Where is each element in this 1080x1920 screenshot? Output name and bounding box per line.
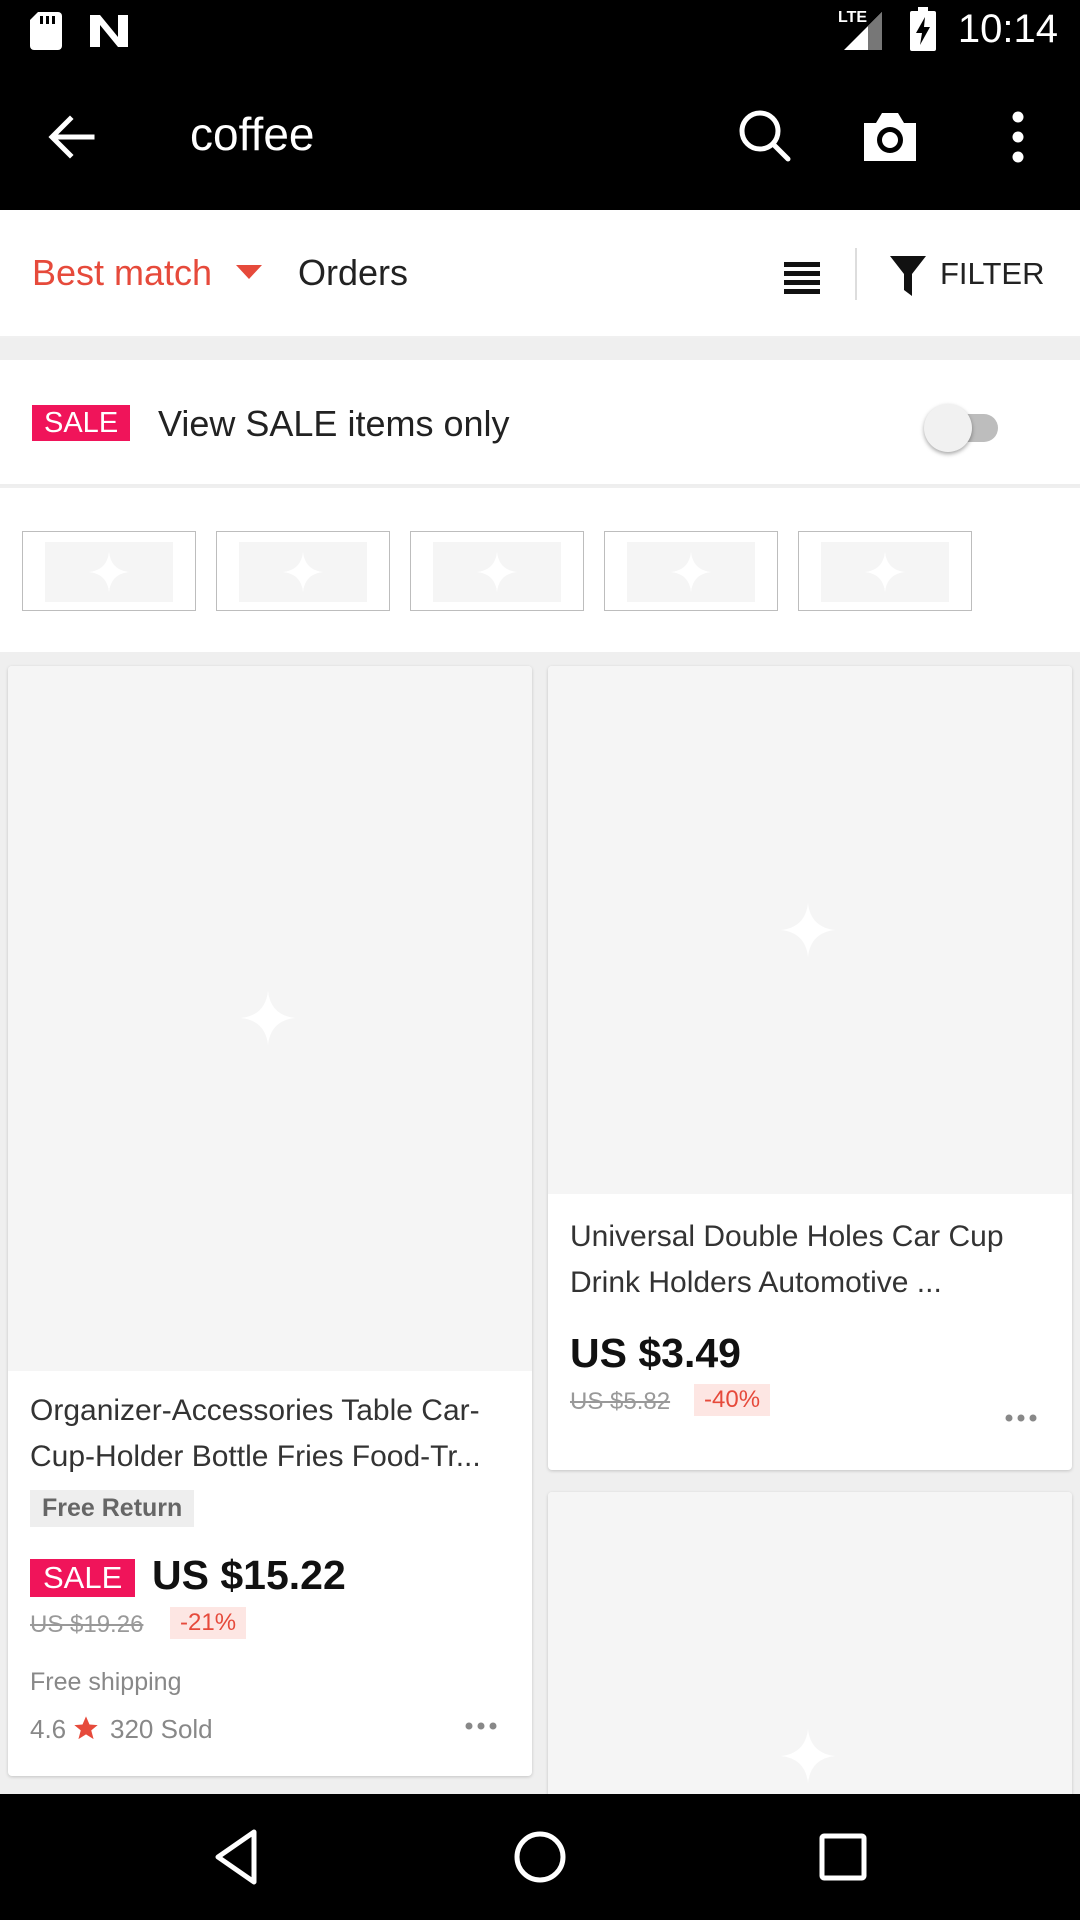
placeholder-sparkle-icon — [781, 1729, 835, 1783]
product-card[interactable] — [548, 1492, 1072, 1822]
original-price: US $19.26 — [30, 1611, 144, 1638]
placeholder-sparkle-icon — [671, 552, 711, 592]
product-image[interactable] — [548, 666, 1072, 1194]
discount-badge: -40% — [694, 1384, 771, 1416]
nav-home-icon[interactable] — [507, 1824, 573, 1890]
product-image[interactable] — [8, 666, 532, 1371]
sort-best-match[interactable]: Best match — [32, 252, 212, 294]
product-card[interactable]: Universal Double Holes Car Cup Drink Hol… — [548, 666, 1072, 1470]
category-thumbnail[interactable] — [604, 531, 778, 611]
dropdown-arrow-icon[interactable] — [236, 265, 262, 279]
rating-value: 4.6 — [30, 1714, 67, 1744]
sale-badge: SALE — [32, 405, 131, 441]
sort-orders[interactable]: Orders — [298, 252, 408, 294]
camera-icon[interactable] — [860, 107, 920, 167]
discount-badge: -21% — [170, 1607, 247, 1639]
sale-only-toggle[interactable] — [924, 400, 1008, 452]
back-arrow-icon[interactable] — [44, 109, 100, 165]
list-view-icon[interactable] — [782, 258, 822, 298]
battery-charging-icon — [909, 7, 936, 51]
product-price: US $3.49 — [570, 1330, 741, 1376]
sort-divider — [855, 248, 857, 300]
nav-recents-icon[interactable] — [810, 1824, 876, 1890]
status-bar: LTE 10:14 — [0, 0, 1080, 63]
category-thumbnail-row — [0, 488, 1080, 652]
status-time: 10:14 — [957, 6, 1058, 51]
search-icon[interactable] — [736, 107, 794, 165]
original-price: US $5.82 — [570, 1388, 671, 1415]
sale-filter-row: SALE View SALE items only — [0, 360, 1080, 486]
signal-icon: LTE — [838, 9, 882, 50]
star-icon — [74, 1716, 98, 1740]
shipping-info: Free shipping — [30, 1668, 182, 1696]
placeholder-sparkle-icon — [89, 552, 129, 592]
search-toolbar: coffee — [0, 63, 1080, 210]
sort-bar: Best match Orders FILTER — [0, 210, 1080, 338]
product-card[interactable]: Organizer-Accessories Table Car-Cup-Hold… — [8, 666, 532, 1776]
sale-tag: SALE — [30, 1559, 136, 1597]
more-horiz-icon[interactable] — [1004, 1413, 1038, 1423]
sd-card-icon — [30, 12, 62, 50]
notification-n-icon — [90, 15, 128, 47]
placeholder-sparkle-icon — [477, 552, 517, 592]
category-thumbnail[interactable] — [410, 531, 584, 611]
more-horiz-icon[interactable] — [464, 1721, 498, 1731]
search-query-title[interactable]: coffee — [190, 107, 314, 161]
placeholder-sparkle-icon — [865, 552, 905, 592]
placeholder-sparkle-icon — [283, 552, 323, 592]
category-thumbnail[interactable] — [22, 531, 196, 611]
product-title[interactable]: Universal Double Holes Car Cup Drink Hol… — [570, 1214, 1048, 1306]
system-nav-bar — [0, 1794, 1080, 1920]
category-thumbnail[interactable] — [216, 531, 390, 611]
placeholder-sparkle-icon — [781, 903, 835, 957]
network-type-label: LTE — [838, 9, 867, 26]
category-thumbnail[interactable] — [798, 531, 972, 611]
product-price: US $15.22 — [152, 1552, 346, 1598]
free-return-badge: Free Return — [30, 1490, 195, 1527]
filter-icon[interactable] — [888, 254, 928, 298]
nav-back-icon[interactable] — [204, 1824, 270, 1890]
sale-only-label: View SALE items only — [158, 403, 510, 444]
product-image[interactable] — [548, 1492, 1072, 1822]
more-vert-icon[interactable] — [994, 107, 1042, 167]
filter-button[interactable]: FILTER — [940, 256, 1045, 292]
product-title[interactable]: Organizer-Accessories Table Car-Cup-Hold… — [30, 1388, 520, 1480]
sold-count: 320 Sold — [110, 1714, 213, 1744]
placeholder-sparkle-icon — [241, 991, 295, 1045]
toggle-knob — [924, 404, 972, 452]
screen: LTE 10:14 coffee Best match Orders FILTE… — [0, 0, 1080, 1920]
